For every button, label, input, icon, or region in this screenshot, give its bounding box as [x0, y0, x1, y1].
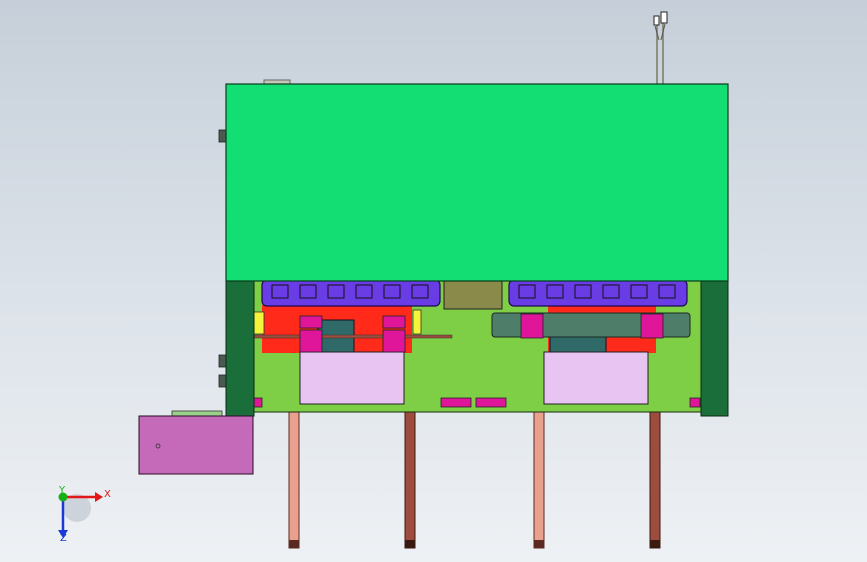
bus-bar-right[interactable] [508, 279, 688, 307]
top-cover[interactable] [225, 83, 729, 282]
left-mount-tabs [218, 129, 227, 388]
cad-viewport[interactable]: X Y Z [0, 0, 867, 562]
leg-feet [289, 540, 660, 548]
center-olive-block[interactable] [443, 280, 503, 310]
z-axis-label: Z [60, 533, 67, 544]
cross-bars [253, 334, 453, 339]
assembly-model[interactable]: X Y Z [0, 0, 867, 562]
side-junction-box[interactable] [138, 410, 254, 475]
coordinate-triad: X Y Z [58, 485, 111, 544]
bus-bar-left[interactable] [261, 279, 441, 307]
top-cable-connectors[interactable] [653, 11, 668, 84]
x-axis-label: X [104, 489, 111, 500]
y-axis-label: Y [58, 485, 66, 496]
